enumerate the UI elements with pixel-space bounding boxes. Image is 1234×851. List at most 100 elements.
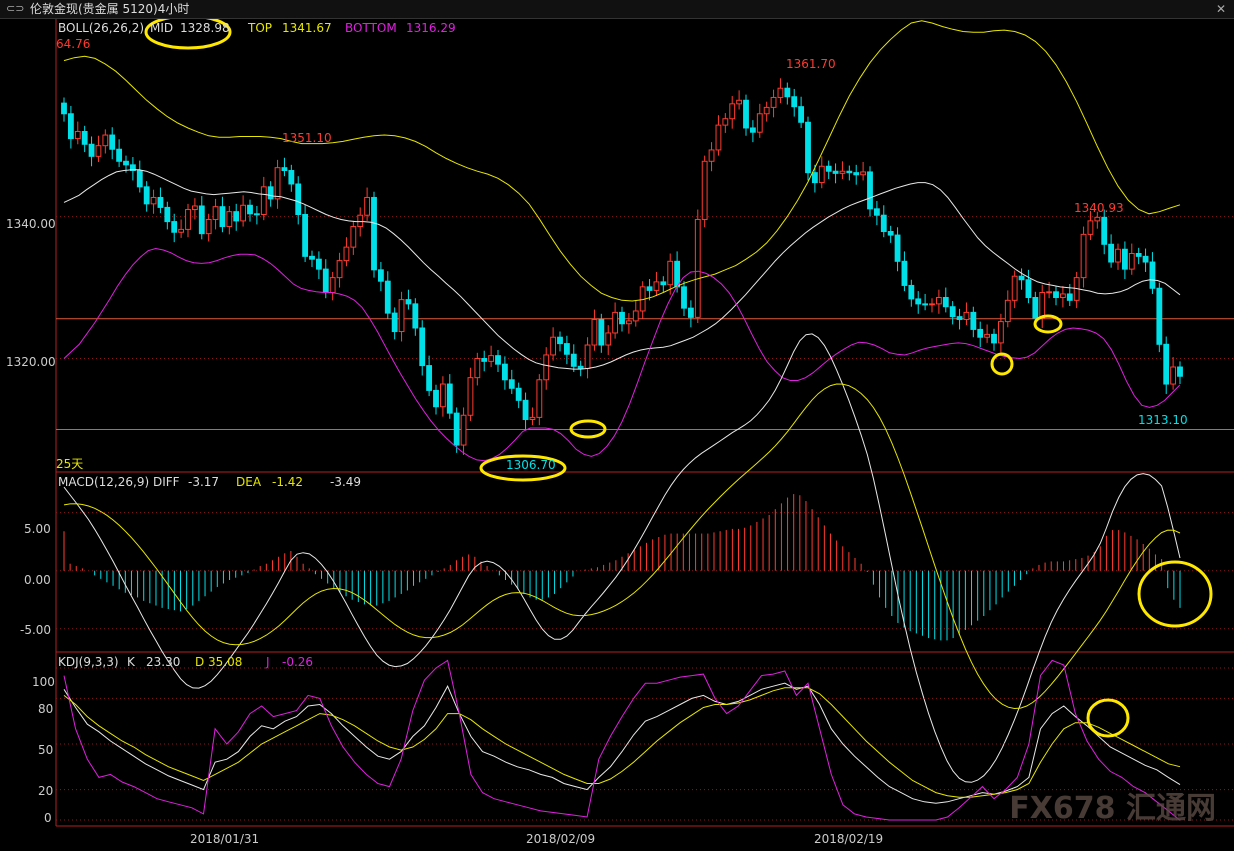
candle-down [315, 258, 322, 270]
y-tick-price-1340: 1340.00 [6, 217, 56, 231]
boll-mid-line [63, 169, 1181, 370]
candle-down [1135, 253, 1142, 257]
candle-up [364, 196, 371, 216]
close-icon[interactable]: ✕ [1216, 0, 1226, 18]
candle-up [343, 246, 350, 262]
candle-down [481, 358, 488, 362]
candle-up [543, 354, 550, 381]
candle-up [653, 281, 660, 291]
annotation-high-3: 1340.93 [1074, 201, 1124, 215]
candle-down [1018, 275, 1025, 281]
chart-canvas[interactable] [0, 0, 1234, 851]
dea-value: -1.42 [272, 475, 304, 489]
y-tick-kdj-0: 0 [44, 811, 52, 825]
candle-up [1080, 233, 1087, 279]
back-icon[interactable]: ⊂⊃ [6, 0, 24, 18]
candle-down [1101, 216, 1108, 245]
candle-down [88, 143, 95, 157]
candle-down [302, 213, 309, 257]
candle-down [143, 186, 150, 205]
candle-up [632, 310, 639, 322]
candle-down [495, 355, 501, 365]
candle-up [625, 320, 632, 325]
candle-up [150, 196, 157, 205]
candle-down [1163, 343, 1170, 385]
diff-value: -3.17 [188, 475, 220, 489]
y-tick-macd-0: 0.00 [24, 573, 51, 587]
candle-up [240, 204, 247, 222]
y-tick-kdj-20: 20 [38, 784, 54, 798]
candle-down [322, 268, 329, 294]
j-value: -0.26 [282, 655, 314, 669]
candle-up [536, 379, 543, 418]
candle-up [997, 321, 1004, 344]
candle-down [619, 311, 625, 325]
candle-up [763, 106, 770, 115]
candle-down [453, 412, 460, 446]
candle-up [474, 358, 481, 379]
bottom-value: 1316.29 [406, 21, 456, 35]
candle-down [281, 167, 288, 172]
candle-down [267, 186, 274, 200]
candle-down [371, 196, 377, 271]
candle-down [1121, 248, 1128, 270]
candle-down [309, 255, 315, 260]
candle-down [157, 196, 164, 208]
candle-down [391, 312, 398, 333]
candle-down [743, 99, 749, 129]
candle-up [708, 149, 715, 162]
candle-down [508, 379, 515, 389]
candle-up [467, 377, 474, 416]
candle-up [1004, 299, 1011, 323]
period-label: 25天 [56, 457, 84, 471]
candle-down [384, 280, 391, 314]
candle-down [873, 208, 880, 216]
candle-down [825, 165, 832, 172]
mid-value: 1328.98 [180, 21, 230, 35]
y-tick-macd-neg5: -5.00 [20, 623, 52, 637]
candle-down [136, 170, 143, 188]
candle-up [729, 103, 736, 120]
candle-down [853, 172, 860, 176]
candle-down [1032, 296, 1039, 319]
candle-down [81, 131, 88, 145]
candle-down [894, 234, 901, 262]
candle-down [598, 318, 605, 346]
bottom-label: BOTTOM [345, 21, 397, 35]
candle-up [722, 118, 729, 126]
candle-down [61, 102, 67, 115]
candle-down [405, 299, 412, 305]
candle-up [357, 214, 364, 228]
candle-up [74, 131, 81, 140]
candle-up [329, 277, 336, 294]
candle-down [681, 286, 687, 309]
kdj-label: KDJ(9,3,3) [58, 655, 119, 669]
candle-up [756, 113, 763, 133]
candle-up [667, 260, 674, 286]
candle-up [935, 296, 942, 305]
candle-up [226, 211, 233, 228]
candle-down [247, 204, 253, 215]
candle-up [529, 416, 536, 421]
candle-up [694, 218, 701, 318]
candle-up [1039, 292, 1046, 319]
d-value: 35.08 [208, 655, 243, 669]
candle-down [887, 231, 894, 236]
candle-up [818, 165, 825, 184]
candle-down [798, 106, 805, 123]
candle-down [687, 307, 694, 318]
candle-up [460, 414, 467, 446]
candle-down [288, 170, 295, 185]
candle-down [915, 298, 922, 305]
candle-down [570, 353, 577, 367]
candle-up [777, 87, 784, 98]
candle-down [412, 303, 419, 329]
annotation-low-2: 1313.10 [1138, 413, 1188, 427]
k-label: K [127, 655, 135, 669]
candle-down [501, 363, 508, 381]
highlight-circle [1137, 560, 1213, 628]
candle-up [963, 311, 970, 320]
candle-up [398, 299, 405, 333]
candle-up [770, 96, 777, 108]
candle-down [942, 296, 949, 308]
